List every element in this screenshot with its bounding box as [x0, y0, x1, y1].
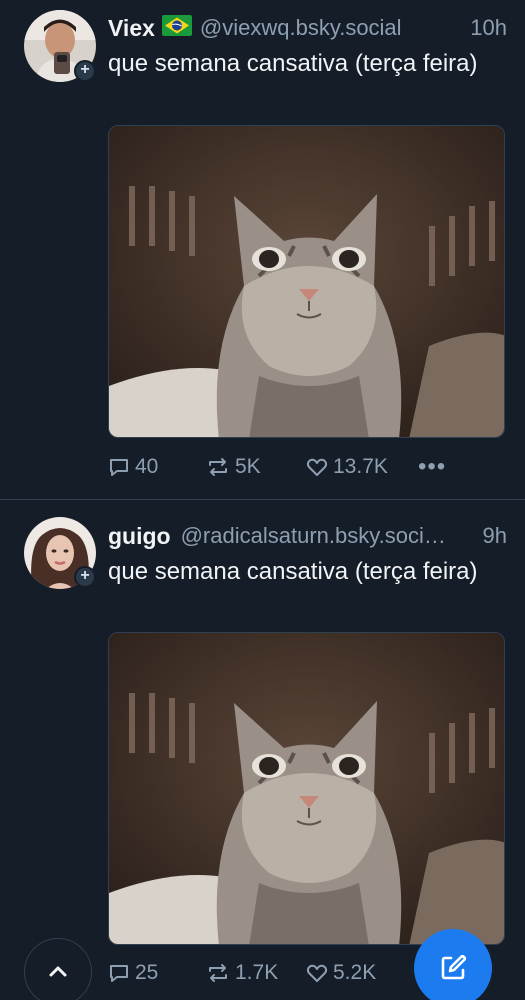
chevron-up-icon — [49, 966, 67, 977]
feed-post[interactable]: + Viex @viexwq.bsky.social 10h que seman… — [0, 0, 525, 500]
author-handle[interactable]: @viexwq.bsky.social — [200, 15, 442, 41]
heart-icon — [306, 964, 328, 982]
repost-button[interactable]: 5K — [206, 455, 306, 479]
post-timestamp[interactable]: 9h — [483, 523, 507, 549]
display-name[interactable]: guigo — [108, 523, 171, 550]
author-handle[interactable]: @radicalsaturn.bsky.soci… — [181, 523, 475, 549]
repost-count: 5K — [235, 455, 261, 478]
post-text: que semana cansativa (terça feira) — [108, 50, 478, 77]
display-name[interactable]: Viex — [108, 15, 155, 42]
scroll-to-top-button[interactable] — [24, 938, 92, 1000]
repost-icon — [209, 458, 227, 476]
repost-button[interactable]: 1.7K — [206, 961, 306, 985]
more-options-button[interactable]: ••• — [418, 453, 447, 480]
feed-post[interactable]: + guigo @radicalsaturn.bsky.soci… 9h que… — [0, 500, 525, 1000]
reply-icon — [110, 965, 128, 982]
post-actions: 40 5K 13.7K ••• — [108, 452, 446, 482]
reply-count: 40 — [135, 455, 159, 478]
post-image[interactable] — [108, 125, 505, 438]
compose-icon — [441, 954, 467, 980]
reply-count: 25 — [135, 961, 159, 984]
reply-button[interactable]: 40 — [108, 455, 206, 479]
more-options-icon: ••• — [418, 453, 447, 480]
post-text: que semana cansativa (terça feira) — [108, 558, 478, 585]
repost-icon — [209, 964, 227, 982]
like-button[interactable]: 5.2K — [306, 961, 406, 985]
follow-button[interactable]: + — [74, 566, 96, 588]
repost-count: 1.7K — [235, 961, 279, 984]
like-button[interactable]: 13.7K — [306, 455, 418, 479]
post-header: Viex @viexwq.bsky.social 10h — [108, 12, 507, 44]
plus-icon: + — [80, 61, 90, 78]
compose-button[interactable] — [414, 929, 492, 1000]
brazil-flag-icon — [161, 15, 192, 41]
follow-button[interactable]: + — [74, 60, 96, 82]
post-timestamp[interactable]: 10h — [470, 15, 507, 41]
plus-icon: + — [80, 567, 90, 584]
reply-button[interactable]: 25 — [108, 961, 206, 985]
heart-icon — [306, 458, 328, 476]
post-image[interactable] — [108, 632, 505, 945]
like-count: 5.2K — [333, 961, 377, 984]
post-header: guigo @radicalsaturn.bsky.soci… 9h — [108, 520, 507, 552]
like-count: 13.7K — [333, 455, 388, 478]
post-actions: 25 1.7K 5.2K — [108, 958, 406, 988]
reply-icon — [110, 459, 128, 476]
